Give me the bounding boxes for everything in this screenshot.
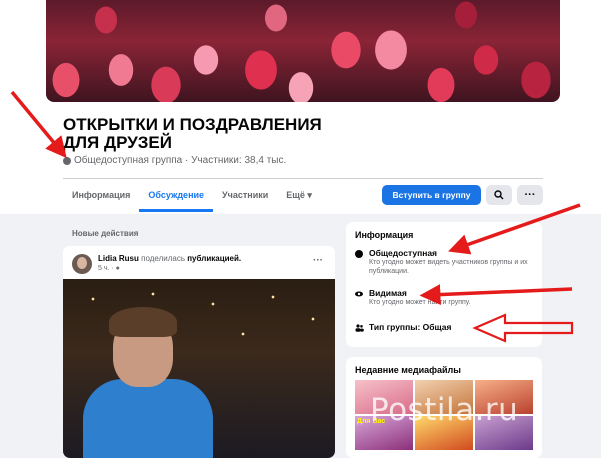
recent-activity-header: Новые действия bbox=[72, 229, 139, 238]
info-item-label: Общедоступная bbox=[369, 248, 438, 258]
globe-icon bbox=[63, 156, 71, 165]
tab-members[interactable]: Участники bbox=[213, 181, 277, 211]
post-object-link[interactable]: публикацией. bbox=[187, 254, 241, 263]
image-person-hair bbox=[109, 307, 177, 337]
group-meta: Общедоступная группа · Участники: 38,4 т… bbox=[63, 155, 286, 166]
info-item-group-type: Тип группы: Общая bbox=[355, 322, 451, 332]
info-title: Информация bbox=[355, 230, 414, 240]
media-grid: Для Вас bbox=[355, 380, 533, 450]
post-time-text: 5 ч. · bbox=[98, 265, 116, 272]
media-thumbnail[interactable]: Для Вас bbox=[355, 416, 413, 450]
post-action-text: поделилась bbox=[138, 254, 188, 263]
media-thumbnail[interactable] bbox=[475, 416, 533, 450]
info-item-visibility: Видимая Кто угодно может найти группу. bbox=[355, 288, 529, 307]
group-meta-text: Общедоступная группа · Участники: 38,4 т… bbox=[74, 155, 287, 166]
search-button[interactable] bbox=[486, 185, 512, 205]
people-icon bbox=[355, 324, 364, 332]
post-timestamp[interactable]: 5 ч. · ● bbox=[98, 265, 120, 272]
info-item-desc: Кто угодно может видеть участников групп… bbox=[369, 259, 528, 275]
globe-icon: ● bbox=[115, 265, 120, 272]
tab-more[interactable]: Ещё ▾ bbox=[277, 181, 321, 211]
header-divider bbox=[63, 178, 543, 179]
cover-photo bbox=[46, 0, 560, 102]
media-thumbnail[interactable] bbox=[415, 380, 473, 414]
tab-discussion[interactable]: Обсуждение bbox=[139, 181, 213, 212]
post-image[interactable] bbox=[63, 279, 335, 458]
info-item-label: Видимая bbox=[369, 288, 407, 298]
avatar[interactable] bbox=[72, 254, 92, 274]
image-person-jacket bbox=[83, 379, 213, 458]
search-icon bbox=[494, 190, 504, 200]
media-thumbnail[interactable] bbox=[415, 416, 473, 450]
post-author-name[interactable]: Lidia Rusu bbox=[98, 254, 139, 263]
eye-icon bbox=[355, 290, 363, 298]
recent-media-card: Недавние медиафайлы Для Вас bbox=[346, 357, 542, 458]
join-group-button[interactable]: Вступить в группу bbox=[382, 185, 481, 205]
post-header: Lidia Rusu поделилась публикацией. bbox=[98, 254, 241, 263]
post-more-button[interactable]: ··· bbox=[313, 255, 323, 266]
media-thumbnail[interactable] bbox=[355, 380, 413, 414]
group-title: ОТКРЫТКИ И ПОЗДРАВЛЕНИЯ ДЛЯ ДРУЗЕЙ bbox=[63, 115, 322, 152]
info-card: Информация Общедоступная Кто угодно може… bbox=[346, 222, 542, 347]
info-item-privacy: Общедоступная Кто угодно может видеть уч… bbox=[355, 248, 529, 276]
more-options-button[interactable]: ··· bbox=[517, 185, 543, 205]
group-tabs: Информация Обсуждение Участники Ещё ▾ bbox=[63, 181, 321, 212]
media-thumbnail[interactable] bbox=[475, 380, 533, 414]
post-card: Lidia Rusu поделилась публикацией. 5 ч. … bbox=[63, 246, 335, 458]
info-item-desc: Кто угодно может найти группу. bbox=[369, 299, 471, 306]
info-item-label: Тип группы: Общая bbox=[369, 322, 452, 332]
globe-icon bbox=[355, 250, 363, 258]
recent-media-title: Недавние медиафайлы bbox=[355, 365, 461, 375]
tab-info[interactable]: Информация bbox=[63, 181, 139, 211]
